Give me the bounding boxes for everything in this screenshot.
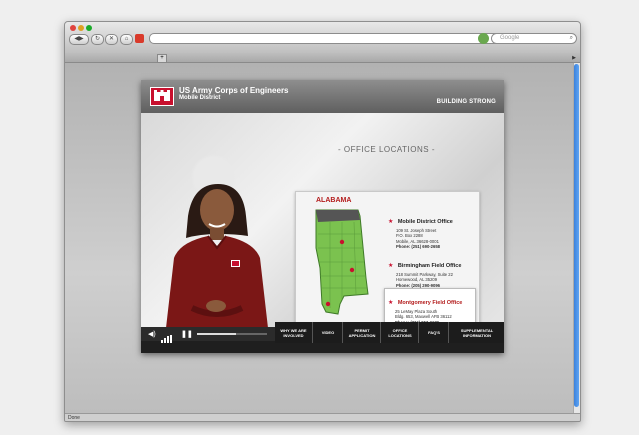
slogan: BUILDING STRONG: [436, 99, 496, 105]
stop-button[interactable]: ✕: [105, 34, 118, 45]
browser-toolbar: ◀▶ ↻ ✕ ⌂ ☆▾ Google ⌕: [65, 22, 580, 54]
nav-why-we-are-involved[interactable]: WHY WE ARE INVOLVED: [275, 322, 312, 343]
office-entry[interactable]: ★ Mobile District Office 109 St. Joseph …: [388, 210, 476, 249]
office-locations-panel: ALABAMA ★ Mobile District Office 109 St.…: [295, 191, 480, 333]
office-name: Mobile District Office: [397, 219, 453, 225]
stop-icon: ✕: [108, 36, 115, 42]
reload-icon: ↻: [94, 36, 101, 42]
scrollbar-thumb[interactable]: [574, 64, 579, 407]
forward-icon: ▶: [79, 36, 84, 42]
montgomery-marker-icon[interactable]: [349, 267, 355, 273]
reload-button[interactable]: ↻: [91, 34, 104, 45]
close-window-button[interactable]: [70, 25, 76, 31]
nav-office-locations[interactable]: OFFICE LOCATIONS: [380, 322, 419, 343]
search-input[interactable]: Google ⌕: [491, 33, 577, 44]
nav-video[interactable]: VIDEO: [312, 322, 343, 343]
tab-bar: + ▶: [65, 53, 580, 63]
nav-permit-application[interactable]: PERMIT APPLICATION: [342, 322, 381, 343]
url-field[interactable]: ☆▾: [149, 33, 533, 44]
office-entry-selected[interactable]: ★ Montgomery Field Office 25 LeMay Plaza…: [384, 288, 476, 326]
zoom-window-button[interactable]: [86, 25, 92, 31]
alabama-map: [310, 208, 384, 318]
minimize-window-button[interactable]: [78, 25, 84, 31]
player-nav-menu: WHY WE ARE INVOLVED VIDEO PERMIT APPLICA…: [275, 322, 504, 343]
home-button[interactable]: ⌂: [120, 34, 133, 45]
home-icon: ⌂: [124, 36, 129, 42]
presentation-player: US Army Corps of Engineers Mobile Distri…: [141, 80, 504, 353]
progress-fill: [197, 333, 236, 335]
castle-logo-icon: [150, 87, 174, 106]
presentation-stage: - OFFICE LOCATIONS - ALABAMA ★ Mobile Di…: [141, 113, 504, 333]
office-name: Montgomery Field Office: [397, 300, 463, 306]
site-favicon-icon: [135, 34, 144, 43]
new-tab-button[interactable]: +: [157, 54, 167, 63]
search-icon: ⌕: [569, 35, 573, 41]
player-header: US Army Corps of Engineers Mobile Distri…: [141, 80, 504, 113]
office-locations-heading: - OFFICE LOCATIONS -: [338, 145, 435, 154]
state-name: ALABAMA: [316, 197, 352, 204]
search-placeholder: Google: [500, 35, 520, 41]
mobile-marker-icon[interactable]: [325, 301, 331, 307]
nav-supplemental-information[interactable]: SUPPLEMENTAL INFORMATION: [448, 322, 504, 343]
volume-icon[interactable]: ◀): [148, 330, 156, 338]
district-name: Mobile District: [179, 95, 221, 101]
org-name: US Army Corps of Engineers: [179, 86, 289, 95]
status-text: Done: [68, 415, 80, 421]
google-engine-icon[interactable]: [478, 33, 489, 44]
star-icon: ★: [388, 300, 394, 306]
nav-faqs[interactable]: FAQ'S: [418, 322, 449, 343]
office-name: Birmingham Field Office: [397, 263, 462, 269]
pause-icon[interactable]: ❚❚: [181, 330, 193, 338]
presenter-image: [152, 158, 272, 328]
status-bar: Done: [65, 413, 580, 421]
volume-level-icon[interactable]: [161, 330, 172, 343]
star-icon: ★: [388, 219, 394, 225]
office-entry[interactable]: ★ Birmingham Field Office 218 Summit Par…: [388, 254, 476, 288]
office-phone: Phone: (251) 690-2658: [396, 243, 440, 249]
back-forward-button[interactable]: ◀▶: [69, 34, 89, 45]
star-icon: ★: [388, 263, 394, 269]
birmingham-marker-icon[interactable]: [339, 239, 345, 245]
progress-track[interactable]: [197, 333, 267, 335]
tab-menu-icon[interactable]: ▶: [572, 55, 576, 61]
